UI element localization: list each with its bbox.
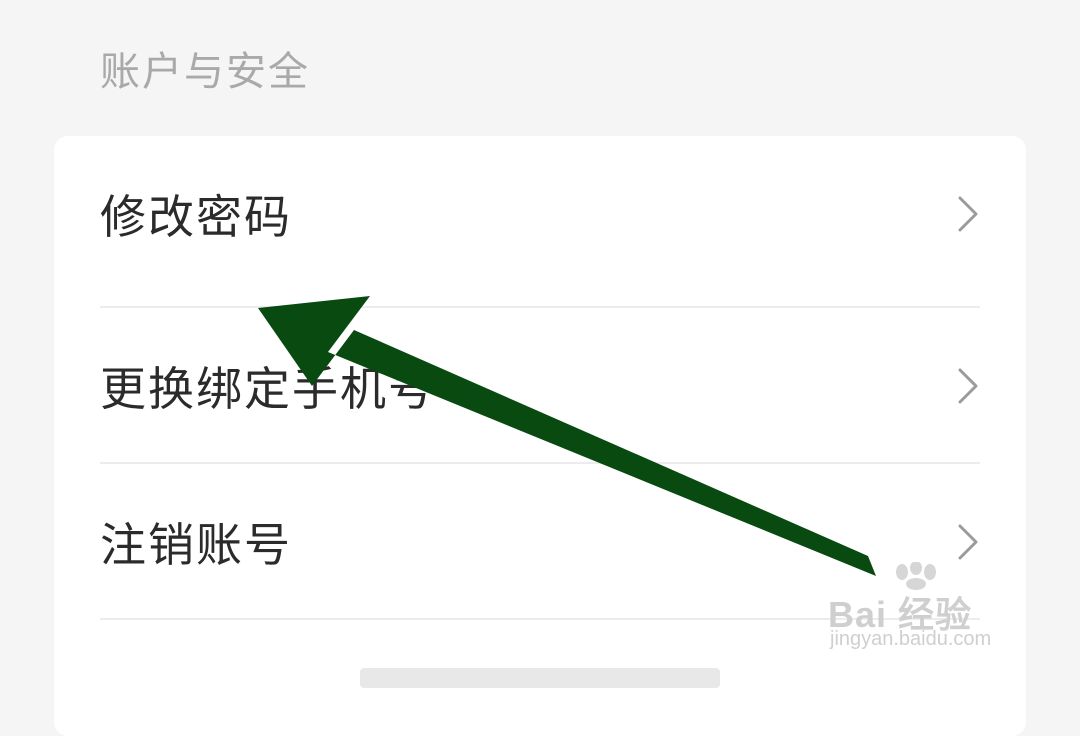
chevron-right-icon xyxy=(958,524,978,560)
chevron-right-icon xyxy=(958,196,978,232)
menu-item-label: 注销账号 xyxy=(100,518,292,572)
watermark-url: jingyan.baidu.com xyxy=(830,628,992,650)
menu-item-label: 修改密码 xyxy=(100,190,292,244)
menu-item-change-phone[interactable]: 更换绑定手机号 xyxy=(54,308,1026,464)
baidu-jingyan-watermark: Bai 经验 jingyan.baidu.com xyxy=(828,562,1028,662)
partial-row-placeholder xyxy=(360,668,720,688)
section-title: 账户与安全 xyxy=(100,49,310,95)
menu-item-label: 更换绑定手机号 xyxy=(100,362,436,416)
chevron-right-icon xyxy=(958,368,978,404)
menu-item-change-password[interactable]: 修改密码 xyxy=(54,136,1026,292)
